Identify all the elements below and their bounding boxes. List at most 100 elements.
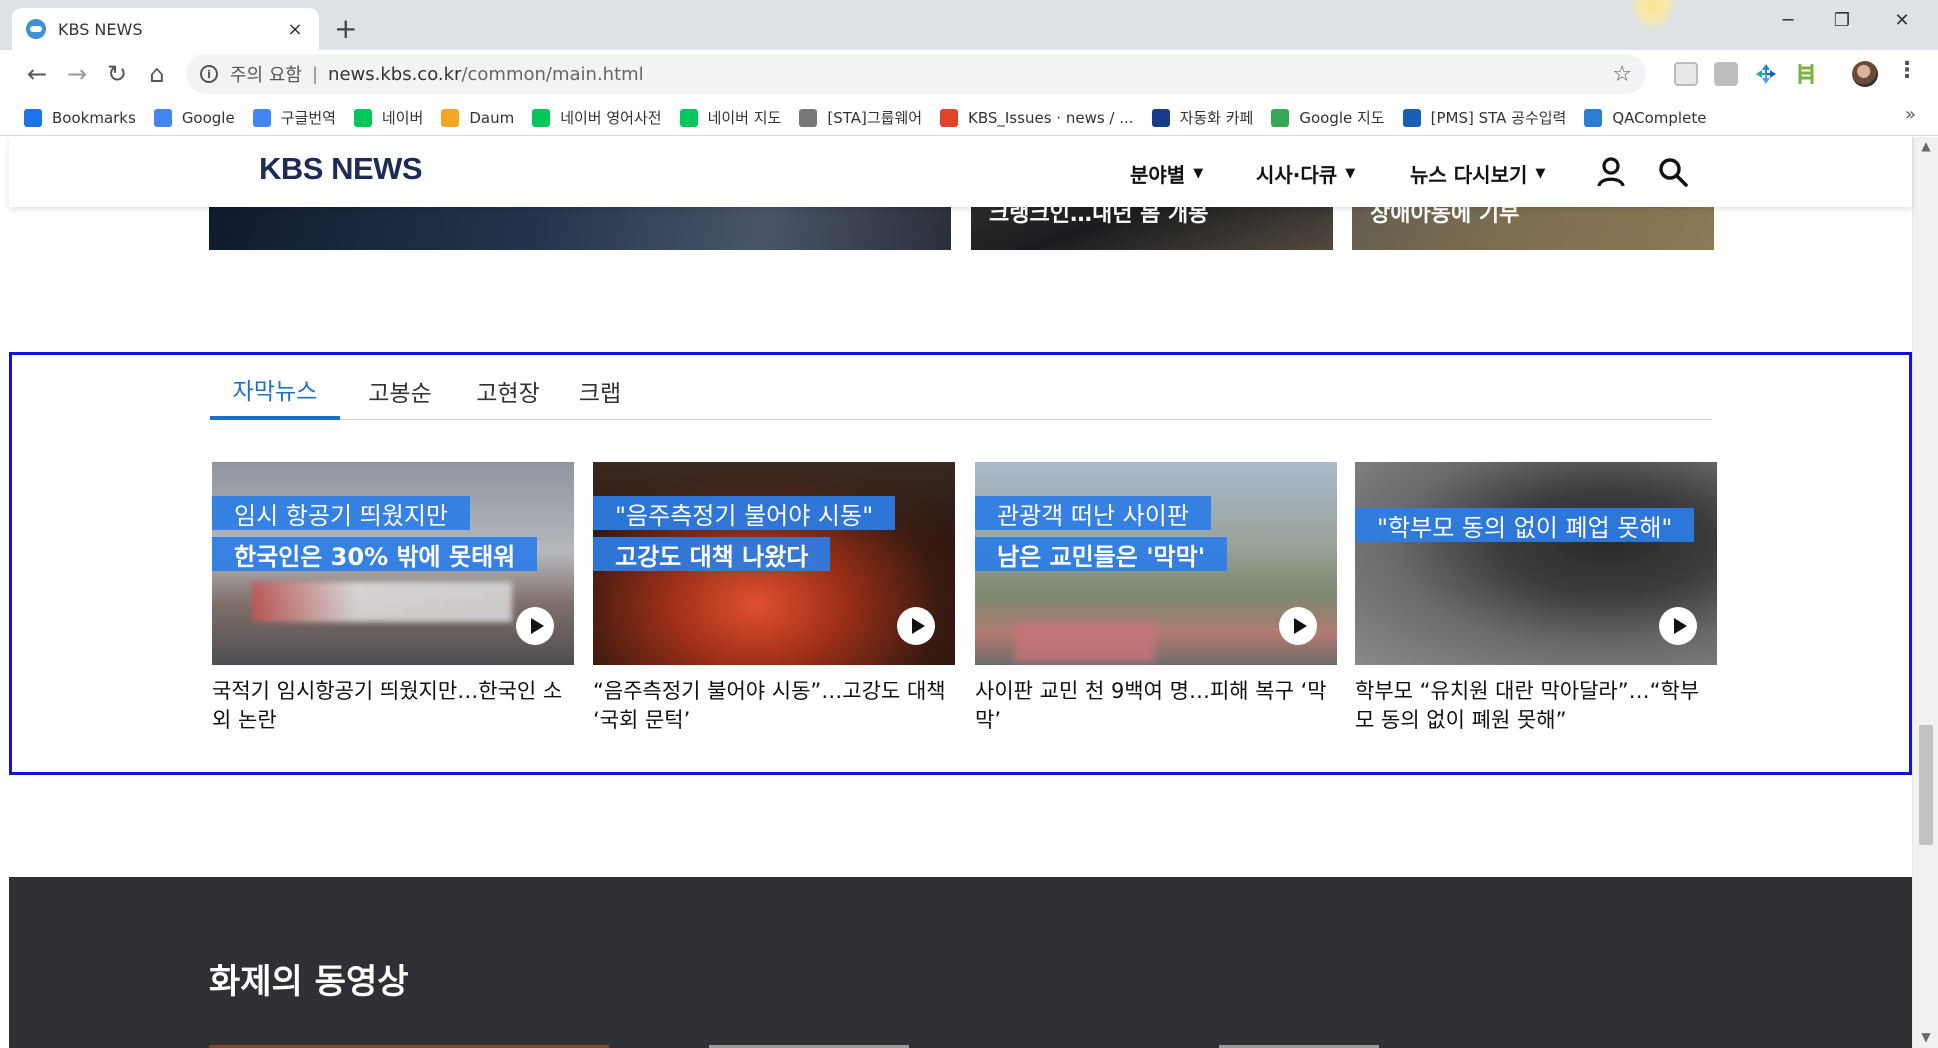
tab-crab[interactable]: 크랩	[560, 362, 640, 420]
reload-icon[interactable]: ↻	[100, 57, 134, 91]
browser-tab[interactable]: KBS NEWS ×	[12, 8, 319, 50]
extension-arrows-icon[interactable]	[1754, 62, 1778, 86]
bookmark-label: [STA]그룹웨어	[827, 109, 923, 127]
bookmark-label: Bookmarks	[52, 108, 136, 127]
bookmark-item[interactable]: 네이버 영어사전	[532, 107, 662, 128]
nav-category-label: 분야별	[1130, 163, 1186, 187]
bookmark-star-icon[interactable]: ☆	[1612, 62, 1632, 87]
new-tab-button[interactable]: +	[334, 14, 357, 44]
bookmark-item[interactable]: Daum	[441, 108, 514, 127]
window-close-button[interactable]: ✕	[1882, 10, 1922, 31]
separator: |	[311, 63, 319, 85]
bookmark-item[interactable]: 네이버 지도	[679, 107, 782, 128]
naver-icon	[679, 108, 698, 127]
chrome-menu-icon[interactable]: ⋮	[1896, 58, 1918, 83]
pms-icon	[1402, 108, 1421, 127]
bookmark-label: KBS_Issues · news / ...	[968, 108, 1134, 127]
bookmark-item[interactable]: Bookmarks	[24, 108, 136, 127]
bookmark-label: 구글번역	[280, 109, 336, 127]
info-icon[interactable]: i	[200, 65, 218, 83]
home-icon[interactable]: ⌂	[140, 57, 174, 91]
play-icon[interactable]	[1659, 607, 1697, 645]
tab-close-icon[interactable]: ×	[285, 19, 305, 40]
std-icon	[1151, 108, 1170, 127]
video-card[interactable]: "학부모 동의 없이 폐업 못해" 학부모 “유치원 대란 막아달라”…“학부모…	[1355, 462, 1717, 735]
bookmark-item[interactable]: Google	[153, 108, 235, 127]
video-thumbnail[interactable]: "학부모 동의 없이 폐업 못해"	[1355, 462, 1717, 665]
section-tabs: 자막뉴스 고봉순 고현장 크랩	[210, 362, 1712, 420]
nav-replay-label: 뉴스 다시보기	[1410, 163, 1528, 187]
url-host: news.kbs.co.kr	[328, 63, 462, 85]
bookmarks-bar: Bookmarks Google 구글번역 네이버 Daum 네이버 영어사전 네이버 지도…	[0, 100, 1938, 136]
bookmark-item[interactable]: 구글번역	[252, 107, 336, 128]
url-text[interactable]: news.kbs.co.kr/common/main.html	[328, 64, 1612, 85]
scroll-down-arrow-icon[interactable]: ▼	[1913, 1030, 1938, 1044]
url-path: /common/main.html	[461, 63, 644, 85]
google-icon	[153, 108, 172, 127]
caret-down-icon: ▼	[1535, 166, 1546, 181]
video-thumbnail[interactable]: "음주측정기 불어야 시동" 고강도 대책 나왔다	[593, 462, 955, 665]
trending-video-section: 화제의 동영상	[9, 877, 1912, 1048]
extension-icon[interactable]	[1674, 62, 1698, 86]
card-headline[interactable]: 학부모 “유치원 대란 막아달라”…“학부모 동의 없이 폐원 못해”	[1355, 677, 1717, 735]
extension-ladder-icon[interactable]	[1794, 62, 1818, 86]
naver-icon	[353, 108, 372, 127]
profile-avatar[interactable]	[1852, 61, 1878, 87]
card-headline[interactable]: 국적기 임시항공기 띄웠지만…한국인 소외 논란	[212, 677, 574, 735]
bookmark-label: 네이버 지도	[707, 109, 782, 127]
translate-icon	[252, 108, 271, 127]
video-card[interactable]: 관광객 떠난 사이판 남은 교민들은 '막막' 사이판 교민 천 9백여 명…피…	[975, 462, 1337, 735]
card-headline[interactable]: 사이판 교민 천 9백여 명…피해 복구 ‘막막’	[975, 677, 1337, 735]
maps-icon	[1271, 108, 1290, 127]
caption-line-2: 한국인은 30% 밖에 못태워	[212, 537, 538, 571]
restore-button[interactable]: ❐	[1822, 10, 1862, 31]
forward-arrow-icon[interactable]: →	[60, 57, 94, 91]
browser-chrome: KBS NEWS × + ─ ❐ ✕ ← → ↻ ⌂ i 주의 요함 | new…	[0, 0, 1938, 137]
bookmark-item[interactable]: 자동화 카페	[1151, 107, 1253, 128]
scroll-up-arrow-icon[interactable]: ▲	[1913, 139, 1938, 153]
section-title: 화제의 동영상	[209, 962, 409, 1002]
tab-gohyeonjang[interactable]: 고현장	[458, 362, 558, 420]
bookmark-item[interactable]: [STA]그룹웨어	[799, 107, 922, 128]
video-card[interactable]: "음주측정기 불어야 시동" 고강도 대책 나왔다 “음주측정기 불어야 시동”…	[593, 462, 955, 735]
address-bar[interactable]: i 주의 요함 | news.kbs.co.kr/common/main.htm…	[186, 54, 1646, 94]
bookmark-label: QAComplete	[1612, 108, 1707, 127]
video-thumbnail[interactable]: 관광객 떠난 사이판 남은 교민들은 '막막'	[975, 462, 1337, 665]
tab-gobongsun[interactable]: 고봉순	[350, 362, 450, 420]
user-icon[interactable]	[1594, 155, 1628, 189]
bookmark-label: [PMS] STA 공수입력	[1430, 109, 1567, 127]
card-headline[interactable]: “음주측정기 불어야 시동”…고강도 대책 ‘국회 문턱’	[593, 677, 955, 735]
bookmark-item[interactable]: QAComplete	[1584, 108, 1707, 127]
back-arrow-icon[interactable]: ←	[20, 57, 54, 91]
nav-current-affairs[interactable]: 시사·다큐 ▼	[1256, 159, 1355, 188]
play-icon[interactable]	[1279, 607, 1317, 645]
site-header: KBS NEWS 분야별 ▼ 시사·다큐 ▼ 뉴스 다시보기 ▼	[9, 137, 1912, 207]
kbs-favicon-icon	[26, 19, 46, 39]
bookmark-label: Google	[181, 108, 235, 127]
caption-line-1: 임시 항공기 띄웠지만	[212, 496, 470, 530]
bookmark-item[interactable]: KBS_Issues · news / ...	[940, 108, 1134, 127]
minimize-button[interactable]: ─	[1768, 10, 1808, 31]
search-icon[interactable]	[1656, 155, 1690, 189]
nav-replay[interactable]: 뉴스 다시보기 ▼	[1410, 159, 1545, 188]
bookmark-item[interactable]: Google 지도	[1271, 107, 1385, 128]
vertical-scrollbar[interactable]: ▲ ▼	[1912, 137, 1938, 1048]
tab-subtitle-news[interactable]: 자막뉴스	[210, 362, 340, 420]
kbs-news-logo[interactable]: KBS NEWS	[259, 151, 423, 187]
bookmark-item[interactable]: 네이버	[353, 107, 423, 128]
scrollbar-thumb[interactable]	[1919, 725, 1933, 845]
bookmark-label: Google 지도	[1299, 109, 1385, 127]
video-card[interactable]: 임시 항공기 띄웠지만 한국인은 30% 밖에 못태워 국적기 임시항공기 띄웠…	[212, 462, 574, 735]
nav-buttons: ← → ↻ ⌂	[20, 56, 174, 92]
daum-icon	[441, 108, 460, 127]
bookmarks-overflow-icon[interactable]: »	[1905, 104, 1916, 125]
play-icon[interactable]	[897, 607, 935, 645]
bookmark-item[interactable]: [PMS] STA 공수입력	[1402, 107, 1567, 128]
nav-category[interactable]: 분야별 ▼	[1130, 159, 1203, 188]
qacomplete-icon	[1584, 108, 1603, 127]
play-icon[interactable]	[516, 607, 554, 645]
video-thumbnail[interactable]: 임시 항공기 띄웠지만 한국인은 30% 밖에 못태워	[212, 462, 574, 665]
nav-current-affairs-label: 시사·다큐	[1256, 163, 1338, 187]
extension-ex-icon[interactable]	[1714, 62, 1738, 86]
security-warning-label: 주의 요함	[230, 65, 302, 86]
